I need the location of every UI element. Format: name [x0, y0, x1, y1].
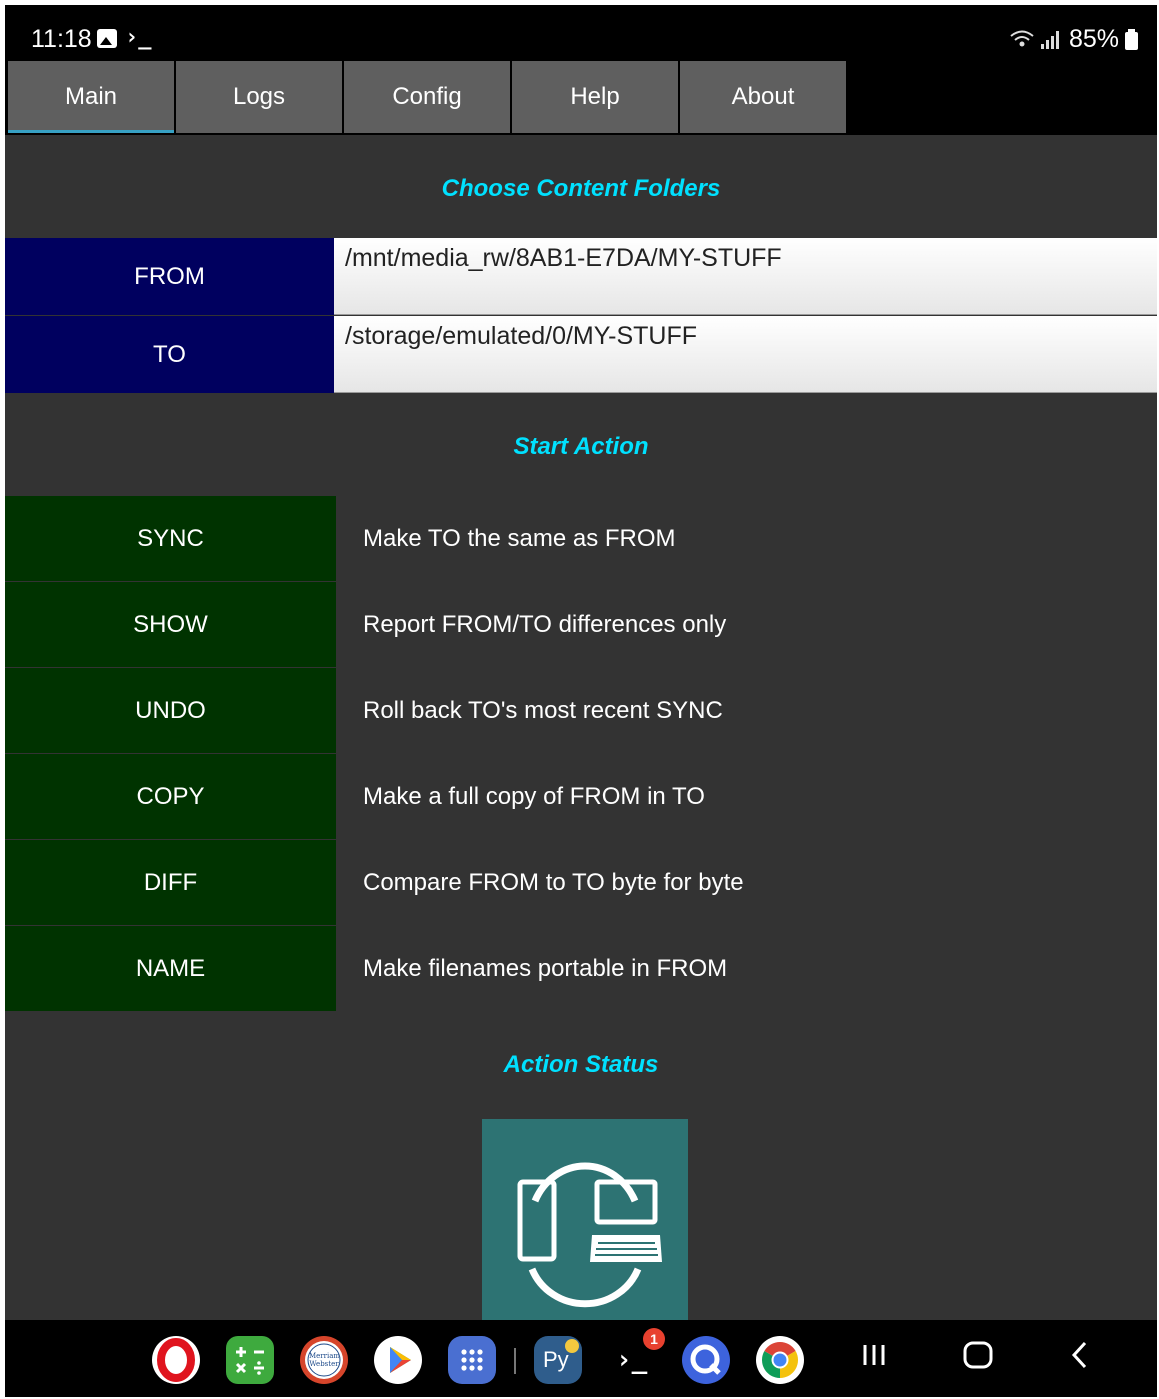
to-path-field[interactable]: /storage/emulated/0/MY-STUFF — [334, 316, 1157, 393]
qtranslate-icon[interactable] — [682, 1336, 730, 1384]
to-folder-row: TO /storage/emulated/0/MY-STUFF — [5, 316, 1157, 393]
from-folder-button[interactable]: FROM — [5, 238, 334, 315]
tab-help[interactable]: Help — [512, 61, 678, 133]
calculator-icon[interactable] — [226, 1336, 274, 1384]
action-row-copy: COPY Make a full copy of FROM in TO — [5, 754, 1157, 840]
device-screen: 11:18 ›_ 85% Main Logs Config Help About… — [5, 5, 1157, 1397]
back-icon[interactable] — [1065, 1338, 1095, 1377]
status-time: 11:18 — [31, 25, 92, 53]
to-folder-button[interactable]: TO — [5, 316, 334, 393]
action-row-show: SHOW Report FROM/TO differences only — [5, 582, 1157, 668]
action-row-sync: SYNC Make TO the same as FROM — [5, 496, 1157, 582]
tab-main[interactable]: Main — [8, 61, 174, 133]
copy-button[interactable]: COPY — [5, 754, 336, 839]
pydroid-text: Py — [543, 1347, 569, 1372]
notification-badge: 1 — [643, 1328, 665, 1350]
merriam-webster-icon[interactable]: Merriam-Webster — [300, 1336, 348, 1384]
tab-config[interactable]: Config — [344, 61, 510, 133]
battery-percent: 85% — [1069, 25, 1120, 53]
tab-about[interactable]: About — [680, 61, 846, 133]
pydroid-icon[interactable]: Py — [534, 1336, 582, 1384]
name-description: Make filenames portable in FROM — [363, 954, 728, 982]
battery-icon — [1125, 29, 1138, 50]
sync-devices-icon — [482, 1119, 688, 1320]
action-row-diff: DIFF Compare FROM to TO byte for byte — [5, 840, 1157, 926]
navigation-bar: Merriam-Webster Py ›_ 1 — [5, 1320, 1157, 1397]
show-description: Report FROM/TO differences only — [363, 610, 727, 638]
copy-description: Make a full copy of FROM in TO — [363, 782, 705, 810]
status-bar: 11:18 ›_ 85% — [5, 5, 1157, 61]
tab-logs[interactable]: Logs — [176, 61, 342, 133]
app-drawer-icon[interactable] — [448, 1336, 496, 1384]
from-folder-row: FROM /mnt/media_rw/8AB1-E7DA/MY-STUFF — [5, 238, 1157, 315]
recents-icon[interactable] — [860, 1338, 890, 1377]
name-button[interactable]: NAME — [5, 926, 336, 1011]
termux-text: ›_ — [616, 1345, 648, 1375]
play-store-icon[interactable] — [374, 1336, 422, 1384]
sync-button[interactable]: SYNC — [5, 496, 336, 581]
actions-section-title: Start Action — [513, 433, 649, 460]
merriam-webster-text: Merriam-Webster — [309, 1352, 339, 1368]
opera-icon[interactable] — [152, 1336, 200, 1384]
wifi-icon — [1009, 29, 1035, 54]
action-row-name: NAME Make filenames portable in FROM — [5, 926, 1157, 1012]
diff-description: Compare FROM to TO byte for byte — [363, 868, 744, 896]
termux-icon[interactable]: ›_ 1 — [608, 1328, 665, 1384]
signal-icon — [1041, 31, 1061, 49]
from-path-field[interactable]: /mnt/media_rw/8AB1-E7DA/MY-STUFF — [334, 238, 1157, 315]
action-row-undo: UNDO Roll back TO's most recent SYNC — [5, 668, 1157, 754]
dock-divider — [514, 1348, 516, 1374]
undo-description: Roll back TO's most recent SYNC — [363, 696, 723, 724]
folders-section-title: Choose Content Folders — [441, 175, 721, 202]
pydroid-badge-shape — [565, 1339, 579, 1353]
main-content: Choose Content Folders FROM /mnt/media_r… — [5, 135, 1157, 1320]
undo-button[interactable]: UNDO — [5, 668, 336, 753]
chrome-icon[interactable] — [756, 1336, 804, 1384]
show-button[interactable]: SHOW — [5, 582, 336, 667]
home-icon[interactable] — [961, 1338, 995, 1377]
gallery-icon — [97, 29, 117, 48]
terminal-icon: ›_ — [125, 25, 152, 50]
tab-bar: Main Logs Config Help About — [8, 61, 848, 133]
sync-description: Make TO the same as FROM — [363, 524, 676, 552]
diff-button[interactable]: DIFF — [5, 840, 336, 925]
status-section-title: Action Status — [503, 1051, 659, 1078]
